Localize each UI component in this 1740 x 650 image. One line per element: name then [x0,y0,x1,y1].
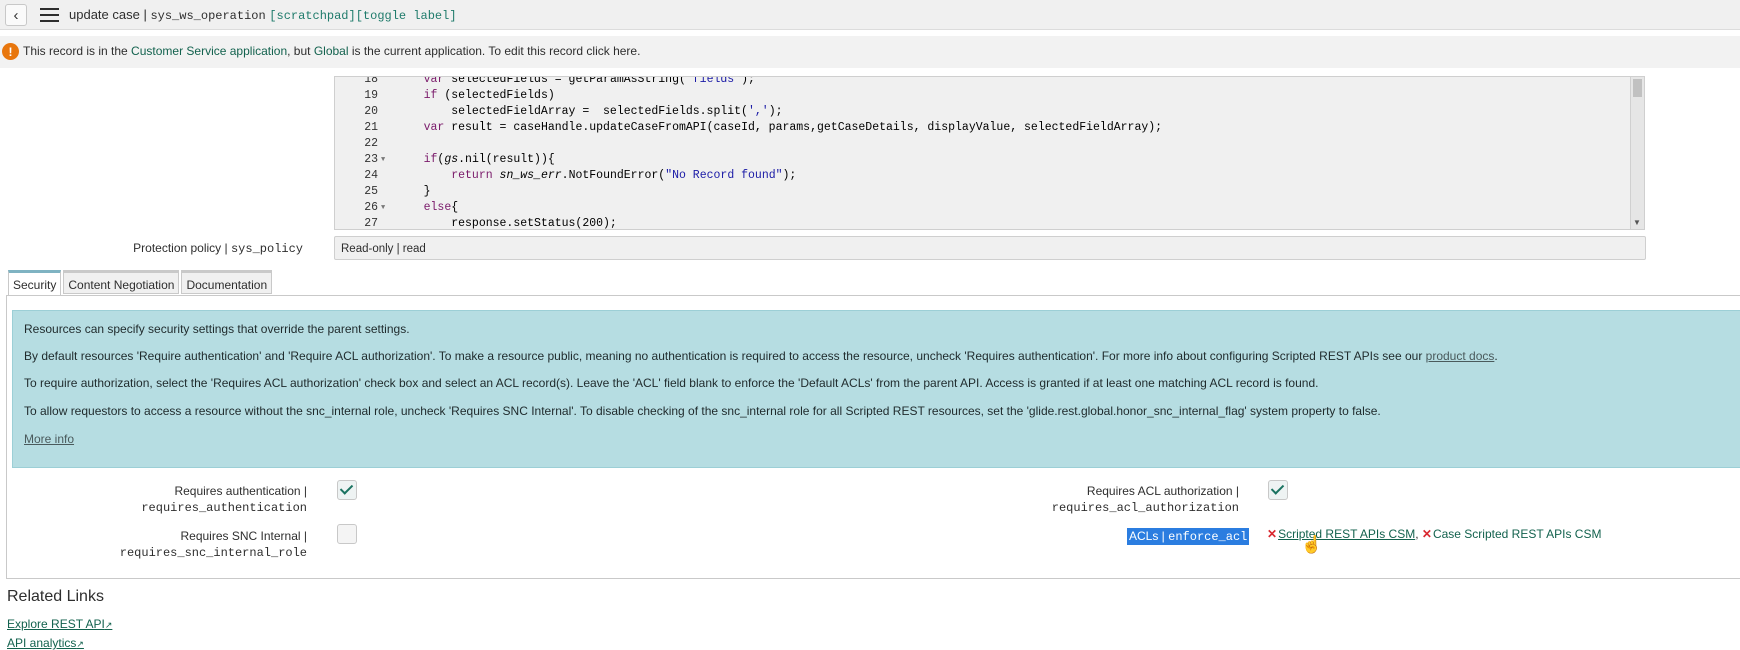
info-paragraph: By default resources 'Require authentica… [24,349,1498,363]
code-text: if (selectedFields) [423,89,555,102]
line-number: 22 [364,137,378,150]
table-name: sys_ws_operation [150,9,266,23]
requires-snc-internal-label: Requires SNC Internal | requires_snc_int… [119,529,307,560]
chevron-left-icon: ‹ [13,6,19,24]
line-number: 24 [364,169,378,182]
line-number: 27 [364,217,378,230]
checkmark-icon [1270,481,1285,495]
line-number: 21 [364,121,378,134]
fold-toggle-icon[interactable]: ▼ [381,200,385,216]
protection-policy-field: Read-only | read [334,236,1646,260]
external-link-icon: ↗ [104,620,113,630]
line-number: 23 [364,153,378,166]
code-text: response.setStatus(200); [396,217,617,230]
script-editor[interactable]: 18 var selectedFields = getParamAsString… [334,76,1645,230]
code-text: return sn_ws_err.NotFoundError("No Recor… [451,169,797,182]
scroll-down-icon[interactable]: ▼ [1633,218,1641,227]
editor-scrollbar[interactable]: ▼ [1630,77,1644,229]
hamburger-menu-icon[interactable] [40,8,59,22]
requires-snc-internal-checkbox[interactable] [337,524,357,544]
back-button[interactable]: ‹ [5,4,27,26]
line-number: 19 [364,89,378,102]
related-links-title: Related Links [7,588,104,605]
notice-app-name: Customer Service [131,44,227,58]
code-text: selectedFieldArray = selectedFields.spli… [396,105,783,118]
requires-authentication-label: Requires authentication | requires_authe… [141,484,307,515]
warning-icon: ! [2,43,19,60]
code-text: else{ [423,201,459,214]
tab-security[interactable]: Security [8,270,62,296]
product-docs-link[interactable]: product docs [1426,349,1495,363]
line-number: 18 [364,76,378,86]
requires-authentication-checkbox[interactable] [337,480,357,500]
api-analytics-link[interactable]: API analytics↗ [7,636,84,650]
hand-cursor-icon: ☝ [1301,535,1323,554]
explore-rest-api-link[interactable]: Explore REST API↗ [7,617,112,631]
notice-global: Global [313,44,349,58]
code-text: var selectedFields = getParamAsString('f… [423,76,755,86]
tab-content-negotiation[interactable]: Content Negotiation [63,270,180,294]
external-link-icon: ↗ [76,639,84,649]
record-header: ‹ update case | sys_ws_operation [scratc… [0,0,1740,30]
code-text: if(gs.nil(result)){ [423,153,555,166]
info-paragraph: Resources can specify security settings … [24,322,410,336]
notice-click-here-link[interactable]: click here [586,44,637,58]
section-tabs: Security Content Negotiation Documentati… [8,270,274,296]
requires-acl-authorization-checkbox[interactable] [1268,480,1288,500]
more-info-link[interactable]: More info [24,432,74,446]
security-info-box: Resources can specify security settings … [12,310,1740,468]
fold-toggle-icon[interactable]: ▼ [381,152,385,168]
acl-item-link[interactable]: Scripted REST APIs CSM [1278,527,1415,541]
notice-text: This record is in the Customer Service a… [23,44,641,58]
remove-acl-icon[interactable]: ✕ [1267,527,1277,541]
acl-item-link[interactable]: Case Scripted REST APIs CSM [1433,527,1602,541]
protection-policy-label: Protection policy | sys_policy [133,241,303,256]
info-paragraph: To allow requestors to access a resource… [24,404,1381,418]
requires-acl-authorization-label: Requires ACL authorization | requires_ac… [1051,484,1239,515]
line-number: 26 [364,201,378,214]
application-scope-notice: ! This record is in the Customer Service… [0,36,1740,68]
line-number: 25 [364,185,378,198]
code-text: var result = caseHandle.updateCaseFromAP… [423,121,1163,134]
info-paragraph: To require authorization, select the 'Re… [24,376,1319,390]
scroll-thumb[interactable] [1633,79,1642,97]
tab-documentation[interactable]: Documentation [181,270,273,294]
header-tags[interactable]: [scratchpad][toggle label] [269,9,456,23]
page-title: update case | sys_ws_operation [scratchp… [69,7,457,23]
line-number: 20 [364,105,378,118]
acls-label: ACLs | enforce_acl [1127,528,1250,545]
checkmark-icon [339,481,354,495]
remove-acl-icon[interactable]: ✕ [1422,527,1432,541]
code-text: } [396,185,431,198]
